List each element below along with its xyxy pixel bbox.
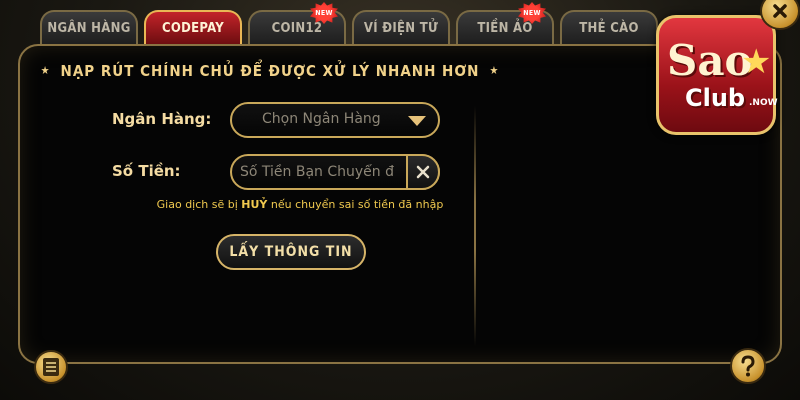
logo-now-text: .NOW <box>749 98 778 108</box>
panel-title-text: NẠP RÚT CHÍNH CHỦ ĐỂ ĐƯỢC XỬ LÝ NHANH HƠ… <box>60 62 480 80</box>
amount-label: Số Tiền: <box>112 162 181 180</box>
star-icon: ★ <box>489 64 500 77</box>
get-info-label: LẤY THÔNG TIN <box>229 244 353 260</box>
tab-label: VÍ ĐIỆN TỬ <box>363 20 439 36</box>
tab-the-cao[interactable]: THẺ CÀO <box>560 10 658 44</box>
logo-club-text: Club <box>685 84 746 112</box>
warning-before: Giao dịch sẽ bị <box>156 198 242 211</box>
tab-tien-ao[interactable]: TIỀN ẢO NEW <box>456 2 554 44</box>
question-icon <box>741 355 755 377</box>
panel-title: ★ NẠP RÚT CHÍNH CHỦ ĐỂ ĐƯỢC XỬ LÝ NHANH H… <box>20 62 520 80</box>
tab-label: TIỀN ẢO <box>477 20 533 36</box>
bank-select-value: Chọn Ngân Hàng <box>262 111 381 127</box>
tab-label: NGÂN HÀNG <box>47 20 131 36</box>
tab-vi-dien-tu[interactable]: VÍ ĐIỆN TỬ <box>352 10 450 44</box>
amount-field <box>230 154 440 190</box>
clear-amount-button[interactable] <box>406 154 440 190</box>
tab-codepay[interactable]: CODEPAY <box>144 10 242 44</box>
close-icon <box>773 4 787 18</box>
tab-coin12[interactable]: COIN12 NEW <box>248 2 346 44</box>
tab-label: THẺ CÀO <box>579 20 639 36</box>
get-info-button[interactable]: LẤY THÔNG TIN <box>216 234 366 270</box>
panel-divider <box>474 106 476 346</box>
payment-tabs: NGÂN HÀNG CODEPAY COIN12 NEW VÍ ĐIỆN TỬ … <box>40 2 760 44</box>
tab-ngan-hang[interactable]: NGÂN HÀNG <box>40 10 138 44</box>
warning-bold: HUỶ <box>241 198 268 211</box>
bank-select[interactable]: Chọn Ngân Hàng <box>230 102 440 138</box>
warning-text: Giao dịch sẽ bị HUỶ nếu chuyển sai số ti… <box>130 198 470 211</box>
warning-after: nếu chuyển sai số tiền đã nhập <box>267 198 444 211</box>
logo-star-icon: ★ <box>741 42 772 82</box>
logo-sao-text: Sao <box>667 36 753 85</box>
amount-input[interactable] <box>240 161 400 183</box>
sao-club-logo: Sao ★ Club .NOW <box>656 15 778 135</box>
tab-label: COIN12 <box>271 20 323 36</box>
document-list-icon <box>43 358 59 376</box>
history-button[interactable] <box>34 350 68 384</box>
bank-label: Ngân Hàng: <box>112 110 212 128</box>
clear-x-icon <box>416 165 430 179</box>
tab-label: CODEPAY <box>162 20 224 36</box>
help-button[interactable] <box>730 348 766 384</box>
caret-down-icon <box>408 116 426 126</box>
star-icon: ★ <box>40 64 51 77</box>
